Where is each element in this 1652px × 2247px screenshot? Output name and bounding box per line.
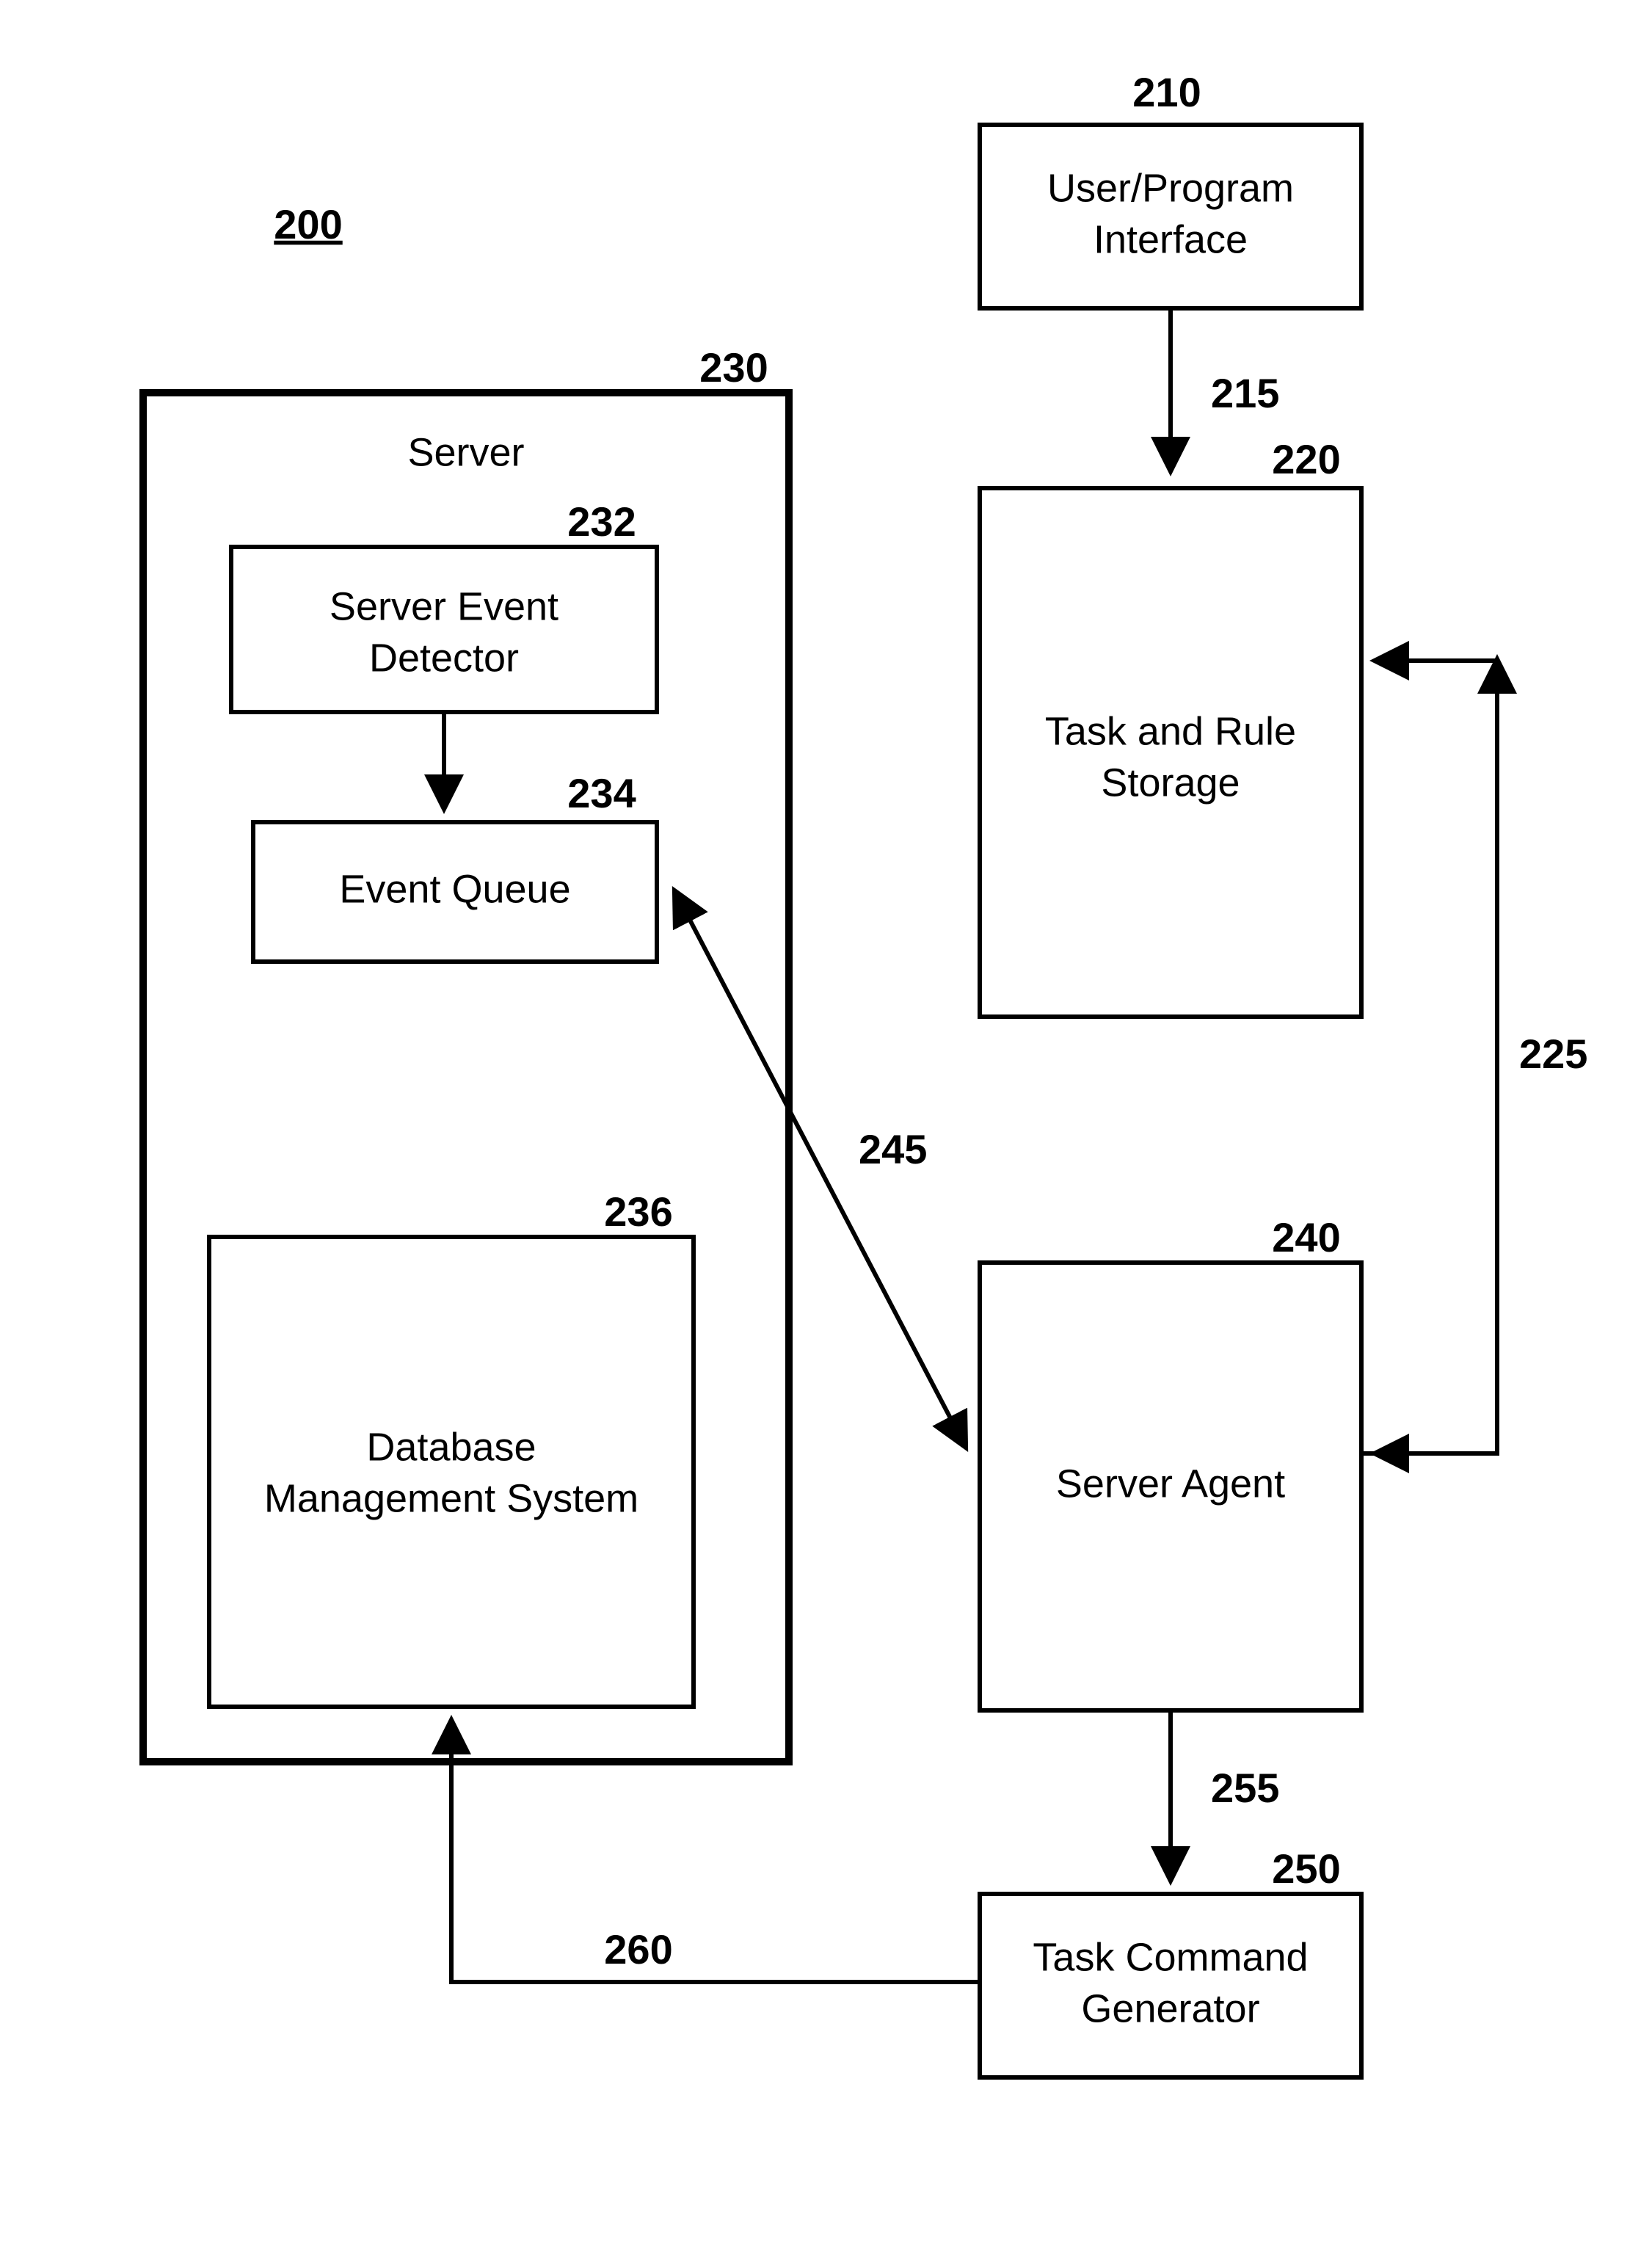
ref-260: 260 (604, 1926, 672, 1972)
label-task-rule-storage-l1: Task and Rule (1045, 709, 1296, 753)
label-dbms-l1: Database (366, 1425, 536, 1469)
ref-236: 236 (604, 1188, 672, 1235)
label-server-event-detector-l2: Detector (369, 636, 519, 680)
box-user-program-interface (980, 125, 1361, 308)
label-task-rule-storage-l2: Storage (1101, 761, 1240, 805)
ref-250: 250 (1272, 1845, 1340, 1892)
ref-234: 234 (567, 770, 636, 816)
ref-210: 210 (1132, 69, 1201, 115)
label-dbms-l2: Management System (264, 1476, 638, 1520)
ref-225: 225 (1519, 1031, 1587, 1077)
ref-240: 240 (1272, 1214, 1340, 1260)
box-dbms (209, 1237, 694, 1707)
diagram-root: 200 210 User/Program Interface 215 220 T… (0, 0, 1652, 2247)
label-user-program-interface-l2: Interface (1094, 217, 1248, 261)
label-server-agent: Server Agent (1056, 1462, 1285, 1506)
label-user-program-interface-l1: User/Program (1047, 166, 1294, 210)
ref-255: 255 (1211, 1765, 1279, 1811)
arrow-225-up (1361, 661, 1497, 1453)
ref-245: 245 (859, 1126, 927, 1172)
box-task-command-generator (980, 1894, 1361, 2077)
label-task-command-generator-l2: Generator (1081, 1986, 1259, 2030)
label-task-command-generator-l1: Task Command (1033, 1935, 1308, 1979)
label-event-queue: Event Queue (339, 867, 570, 911)
ref-232: 232 (567, 498, 636, 545)
label-server-event-detector-l1: Server Event (330, 584, 558, 628)
ref-220: 220 (1272, 436, 1340, 482)
label-server: Server (407, 430, 524, 474)
ref-215: 215 (1211, 370, 1279, 416)
diagram-id-label: 200 (274, 201, 342, 247)
ref-230: 230 (699, 344, 768, 391)
box-server-event-detector (231, 547, 657, 712)
